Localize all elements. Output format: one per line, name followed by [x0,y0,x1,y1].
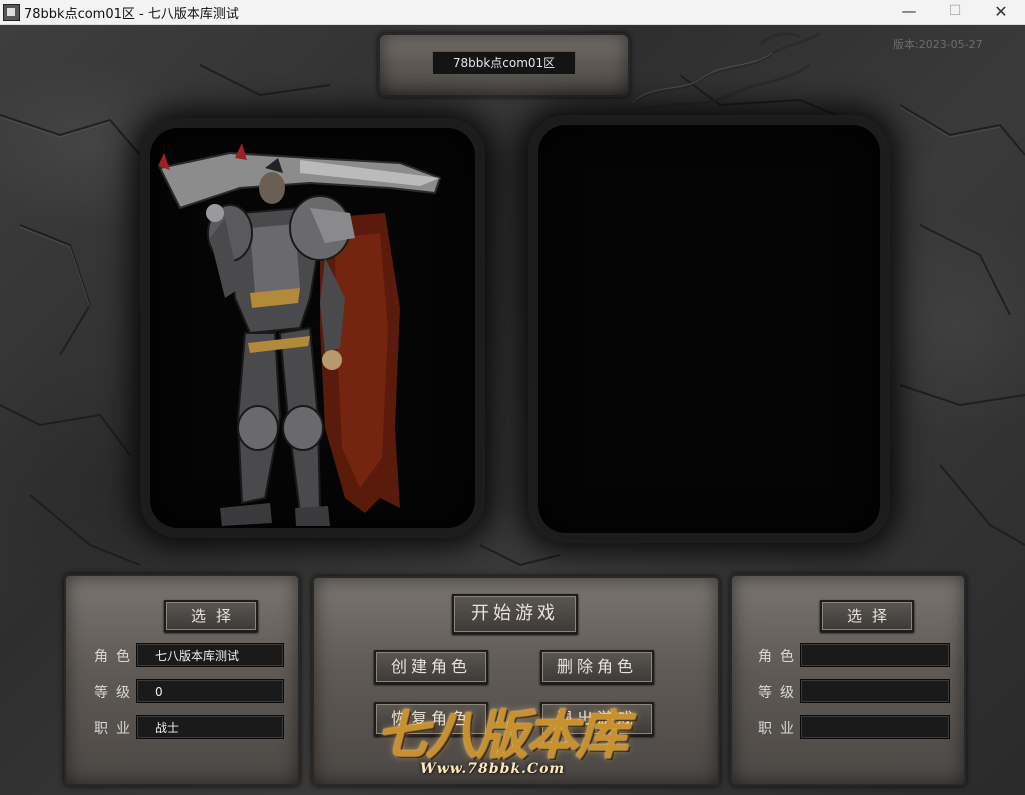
class-label: 职业 [758,721,802,737]
site-logo: 七八版本库 Www.78bbk.Com [370,693,660,793]
minimize-button[interactable]: — [886,0,932,24]
class-label: 职业 [94,721,138,737]
left-character-panel: 选择 角色 七八版本库测试 等级 0 职业 战士 [64,574,300,786]
maximize-button[interactable]: ☐ [932,0,978,24]
class-value: 战士 [136,715,284,739]
class-value [800,715,950,739]
version-label: 版本:2023-05-27 [893,38,983,51]
app-icon [3,4,20,21]
warrior-character-model[interactable] [150,128,475,528]
select-right-button[interactable]: 选择 [820,600,914,632]
start-game-button[interactable]: 开始游戏 [452,594,578,634]
logo-url: Www.78bbk.Com [420,761,566,777]
delete-role-button[interactable]: 删除角色 [540,650,654,684]
window-title: 78bbk点com01区 - 七八版本库测试 [24,7,239,22]
logo-title: 七八版本库 [376,705,628,766]
server-plaque: 78bbk点com01区 [378,33,630,97]
server-name: 78bbk点com01区 [432,51,576,75]
character-select-screen: 78bbk点com01区 版本:2023-05-27 选择 角色 七八版本库测试… [0,25,1025,795]
character-frame-right[interactable] [538,125,880,533]
role-value [800,643,950,667]
role-value: 七八版本库测试 [136,643,284,667]
dragon-carving [628,31,821,112]
select-left-button[interactable]: 选择 [164,600,258,632]
level-label: 等级 [94,685,138,701]
role-label: 角色 [94,649,138,665]
level-label: 等级 [758,685,802,701]
level-value: 0 [136,679,284,703]
role-label: 角色 [758,649,802,665]
window-title-bar: 78bbk点com01区 - 七八版本库测试 — ☐ ✕ [0,0,1025,25]
right-character-panel: 选择 角色 等级 职业 [730,574,966,786]
level-value [800,679,950,703]
create-role-button[interactable]: 创建角色 [374,650,488,684]
close-button[interactable]: ✕ [978,0,1024,24]
